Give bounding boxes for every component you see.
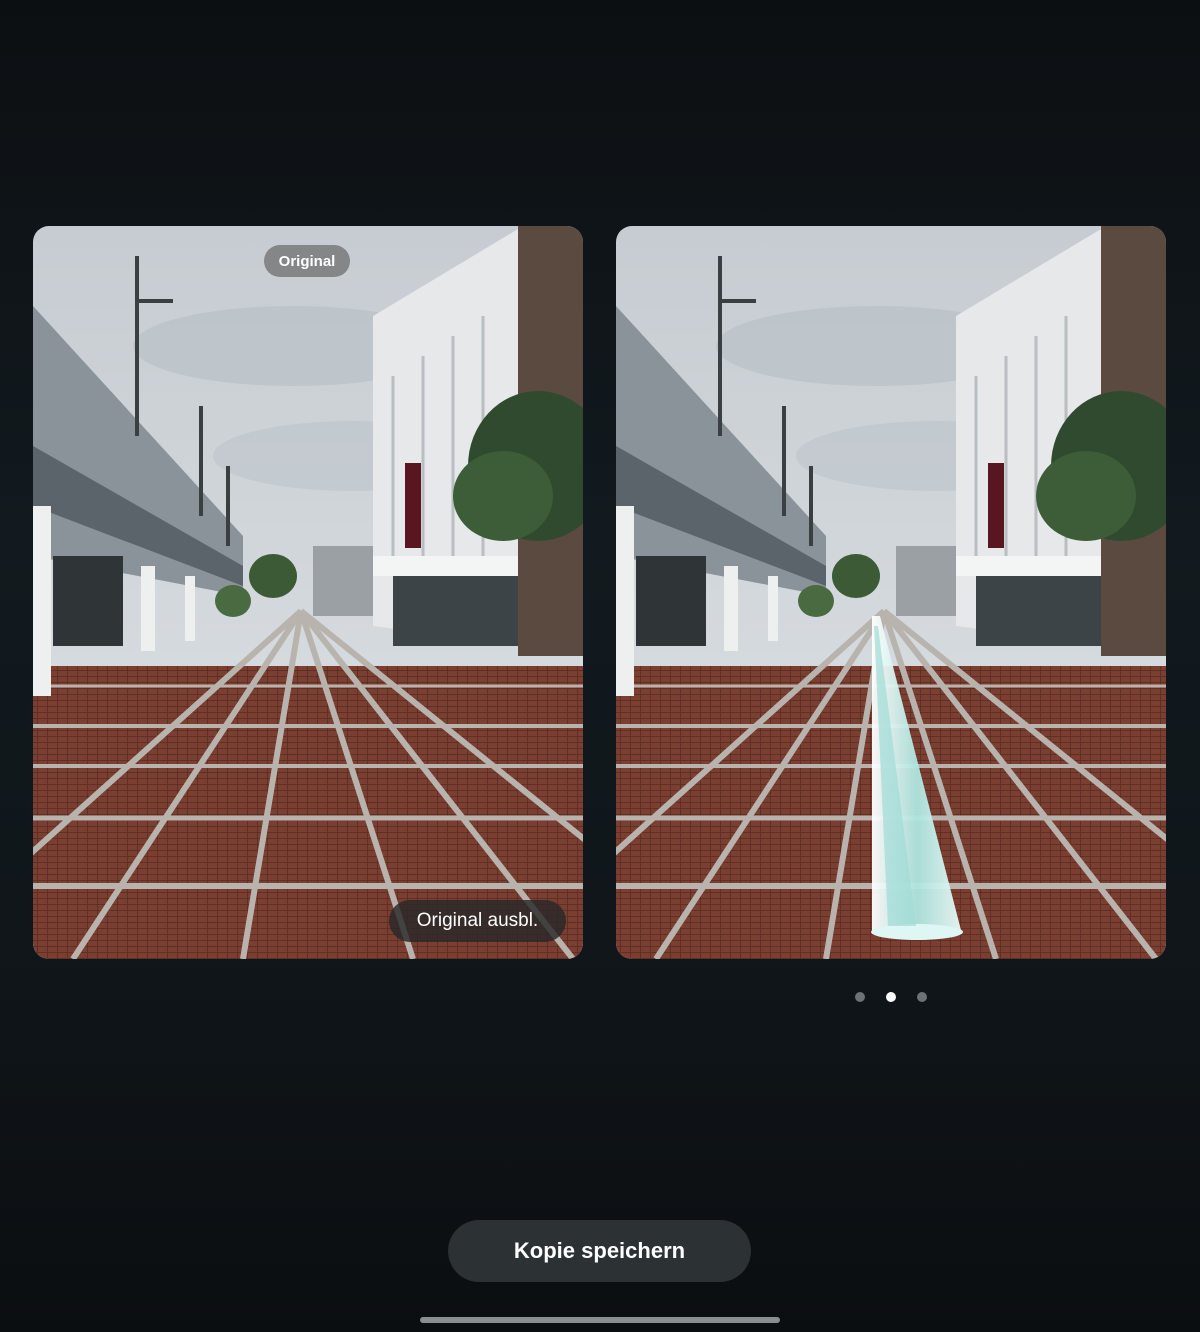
original-badge: Original	[264, 245, 350, 277]
page-dot[interactable]	[855, 992, 865, 1002]
street-photo-original	[33, 226, 583, 959]
original-photo-card[interactable]: Original Original ausbl.	[33, 226, 583, 959]
page-dot[interactable]	[917, 992, 927, 1002]
home-indicator[interactable]	[420, 1317, 780, 1323]
page-indicator	[855, 992, 929, 1002]
page-dot-active[interactable]	[886, 992, 896, 1002]
hide-original-button[interactable]: Original ausbl.	[389, 900, 566, 942]
street-photo-edited	[616, 226, 1166, 959]
save-copy-button[interactable]: Kopie speichern	[448, 1220, 751, 1282]
edited-photo-card[interactable]	[616, 226, 1166, 959]
